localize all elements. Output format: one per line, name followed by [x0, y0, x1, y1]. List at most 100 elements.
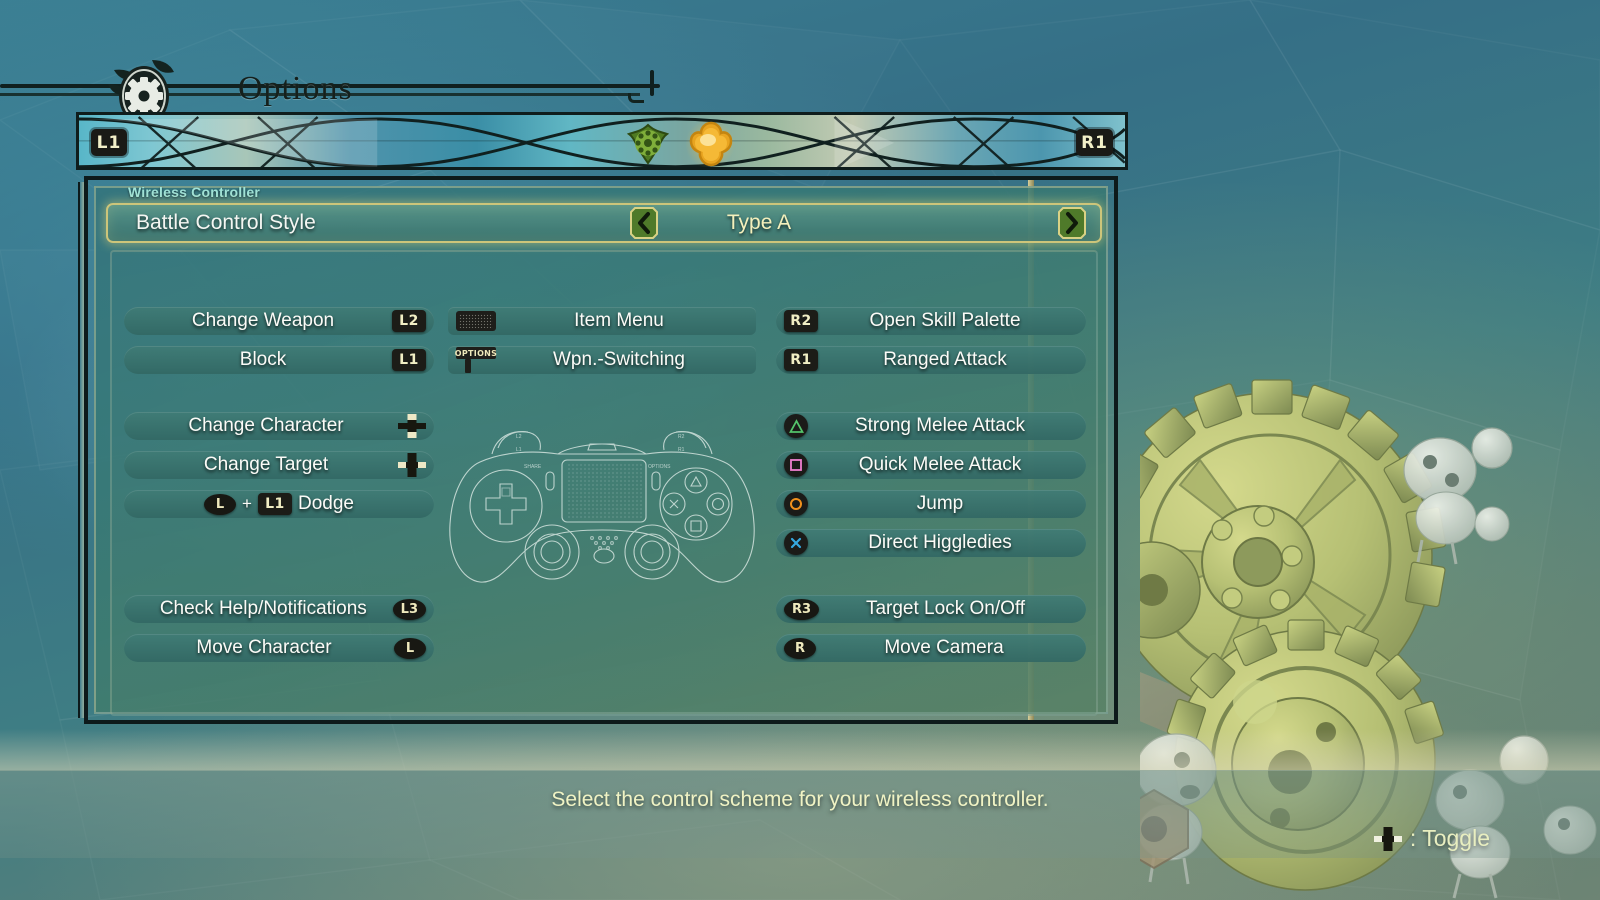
r1-label: R1 — [678, 447, 685, 453]
option-label: Battle Control Style — [136, 211, 316, 234]
binding-label: Jump — [916, 493, 964, 514]
page-header: Options — [0, 24, 720, 135]
binding-icon-slot: R1 — [784, 349, 818, 371]
orange-flower-icon — [689, 121, 733, 167]
status-bar: Select the control scheme for your wirel… — [0, 770, 1600, 858]
option-value: Type A — [726, 211, 792, 234]
binding-check-help: Check Help/Notifications L3 — [124, 595, 434, 623]
binding-label: Move Character — [196, 637, 332, 658]
dpad-left-right-icon — [398, 453, 426, 477]
combo-plus: + — [242, 494, 252, 513]
tab-prev-bumper-badge[interactable]: L1 — [91, 129, 127, 156]
toggle-hint-label: : Toggle — [1409, 825, 1490, 851]
r2-badge: R2 — [784, 310, 818, 332]
share-label: SHARE — [524, 464, 542, 470]
tab-next-bumper-badge[interactable]: R1 — [1076, 129, 1113, 156]
panel-subheading: Wireless Controller — [128, 184, 261, 200]
binding-icon-slot: L2 — [392, 310, 426, 332]
binding-ranged-attack: R1 Ranged Attack — [776, 346, 1086, 374]
binding-change-weapon: Change Weapon L2 — [124, 307, 434, 335]
page-title: Options — [238, 70, 353, 107]
l1-badge: L1 — [392, 349, 426, 371]
square-icon — [790, 459, 802, 471]
binding-direct-higgledies: Direct Higgledies — [776, 529, 1086, 557]
binding-open-skill-palette: R2 Open Skill Palette — [776, 307, 1086, 335]
sidebar-item-gameplay[interactable] — [626, 123, 670, 165]
binding-label: Move Camera — [884, 637, 1004, 658]
binding-block: Block L1 — [124, 346, 434, 374]
circle-icon — [790, 498, 802, 510]
binding-icon-slot — [398, 453, 426, 477]
binding-change-character: Change Character — [124, 412, 434, 440]
binding-label: Open Skill Palette — [869, 310, 1021, 331]
binding-icon-slot — [784, 453, 808, 477]
touchpad-icon — [456, 311, 496, 331]
binding-change-target: Change Target — [124, 451, 434, 479]
binding-icon-slot: OPTIONS — [454, 347, 498, 373]
hint-text: Select the control scheme for your wirel… — [551, 788, 1049, 811]
options-button-label: OPTIONS — [454, 347, 498, 359]
l2-badge: L2 — [392, 310, 426, 332]
binding-label: Change Target — [203, 454, 329, 475]
binding-label: Ranged Attack — [883, 349, 1007, 370]
right-stick-badge: R — [784, 637, 816, 659]
cross-icon — [790, 537, 802, 549]
square-button-badge — [784, 453, 808, 477]
binding-dodge: L + L1 Dodge — [124, 490, 434, 518]
binding-move-character: Move Character L — [124, 634, 434, 662]
binding-icon-slot: L3 — [392, 598, 426, 620]
dpad-left-right-icon — [1373, 826, 1402, 851]
binding-label: Item Menu — [574, 310, 664, 331]
left-stick-badge: L — [204, 493, 237, 515]
binding-icon-slot — [784, 414, 808, 438]
left-stick-badge: L — [394, 637, 426, 659]
cross-button-badge — [784, 531, 808, 555]
higgledy-creature — [1403, 427, 1513, 565]
l2-label: L2 — [516, 434, 522, 440]
triangle-button-badge — [784, 414, 808, 438]
title-rule-cap — [650, 70, 654, 96]
green-flower-icon — [626, 123, 670, 165]
sidebar-item-controls[interactable] — [689, 121, 733, 167]
binding-icon-slot: R3 — [784, 598, 820, 620]
binding-icon-slot: R2 — [784, 310, 818, 332]
binding-strong-melee-attack: Strong Melee Attack — [776, 412, 1086, 440]
binding-icon-slot — [784, 531, 808, 555]
binding-icon-slot — [398, 414, 426, 438]
binding-item-menu: Item Menu — [448, 307, 756, 335]
dualshock-controller-diagram: SHARE OPTIONS L2 L1 R2 R1 — [449, 431, 755, 583]
triangle-icon — [788, 418, 804, 433]
binding-icon-slot: L1 — [392, 349, 426, 371]
binding-label: Strong Melee Attack — [854, 415, 1026, 436]
value-increment-button[interactable] — [1058, 206, 1086, 240]
l1-badge: L1 — [257, 493, 292, 515]
binding-label: Block — [239, 349, 287, 370]
binding-label: Direct Higgledies — [868, 532, 1012, 553]
l3-badge: L3 — [392, 598, 426, 620]
tab-bar[interactable]: L1 R1 — [76, 112, 1128, 170]
circle-button-badge — [784, 492, 808, 516]
title-rule-cap-2 — [628, 93, 644, 103]
binding-weapon-switching: OPTIONS Wpn.-Switching — [448, 346, 756, 374]
binding-target-lock: R3 Target Lock On/Off — [776, 595, 1086, 623]
binding-label: Change Character — [188, 415, 344, 436]
battle-control-style-row[interactable]: Battle Control Style Type A — [106, 203, 1102, 243]
binding-label: Change Weapon — [191, 310, 335, 331]
binding-label: Check Help/Notifications — [159, 598, 367, 619]
l1-label: L1 — [516, 447, 522, 453]
binding-icon-slot: R — [784, 637, 816, 659]
binding-icon-slot: L — [394, 637, 426, 659]
binding-combo: L + L1 Dodge — [124, 493, 434, 515]
binding-label: Dodge — [297, 493, 354, 514]
dpad-up-down-icon — [398, 414, 426, 438]
options-button-icon: OPTIONS — [454, 347, 498, 373]
binding-quick-melee-attack: Quick Melee Attack — [776, 451, 1086, 479]
r3-badge: R3 — [784, 598, 820, 620]
toggle-hint: : Toggle — [1373, 825, 1490, 852]
options-button-stem — [465, 359, 471, 373]
r2-label: R2 — [678, 434, 685, 440]
binding-move-camera: R Move Camera — [776, 634, 1086, 662]
tab-icon-group — [79, 115, 1125, 167]
r1-badge: R1 — [784, 349, 818, 371]
bottom-fade — [0, 729, 1600, 771]
